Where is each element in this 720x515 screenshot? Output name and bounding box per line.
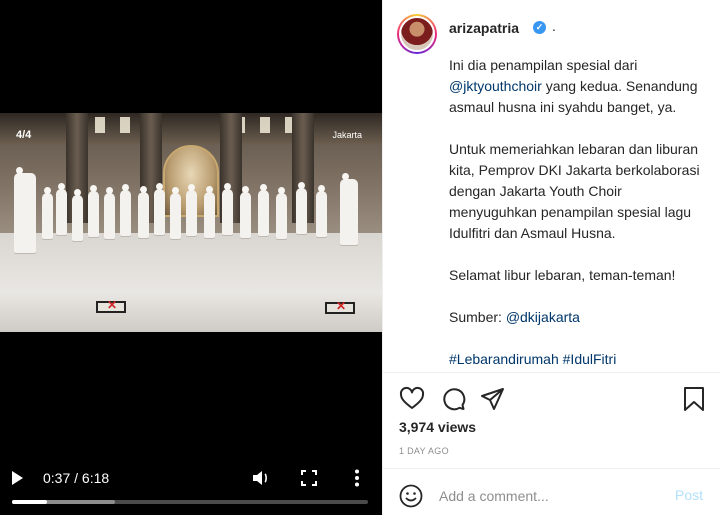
bookmark-icon[interactable] [681, 386, 707, 412]
mention-link[interactable]: @jktyouthchoir [449, 78, 542, 94]
comment-input[interactable] [439, 483, 659, 509]
emoji-icon[interactable] [399, 484, 423, 508]
share-icon[interactable] [480, 386, 506, 412]
header-dot: . [552, 18, 556, 34]
video-frame[interactable]: 4/4 Jakarta [0, 113, 382, 332]
comment-icon[interactable] [440, 386, 466, 412]
singer-figure [276, 187, 287, 239]
caption-hashtags: #Lebarandirumah #IdulFitri [449, 349, 711, 370]
caption-text: Sumber: [449, 309, 506, 325]
singer-figure [88, 185, 99, 237]
caption-text: Ini dia penampilan spesial dari [449, 57, 638, 73]
singer-figure [186, 184, 197, 236]
volume-icon[interactable] [252, 470, 270, 486]
post-caption: Ini dia penampilan spesial dari @jktyout… [449, 55, 711, 370]
divider [383, 468, 720, 469]
singer-figure [170, 187, 181, 239]
video-progress-bar[interactable] [12, 500, 368, 504]
fullscreen-icon[interactable] [301, 470, 317, 486]
video-watermark-right: Jakarta [332, 130, 362, 140]
caption-paragraph: Selamat libur lebaran, teman-teman! [449, 267, 676, 283]
heart-icon[interactable] [399, 386, 425, 412]
singer-figure [258, 184, 269, 236]
avatar-image [399, 16, 435, 52]
singer-figure [120, 184, 131, 236]
singer-figure [204, 186, 215, 238]
video-scene-ceiling [0, 113, 382, 145]
post-sidebar: arizapatria ✓ . Ini dia penampilan spesi… [382, 0, 720, 515]
video-player[interactable]: 4/4 Jakarta 0:37 / 6:18 [0, 0, 382, 515]
singer-figure [72, 189, 83, 241]
divider [383, 372, 720, 373]
post-comment-button[interactable]: Post [675, 487, 703, 503]
singer-figure [138, 186, 149, 238]
singer-figure [296, 182, 307, 234]
caption-paragraph: Sumber: @dkijakarta [449, 307, 711, 328]
video-played [12, 500, 47, 504]
username-link[interactable]: arizapatria [449, 20, 519, 36]
play-icon[interactable] [12, 471, 23, 485]
floor-marker [325, 299, 355, 314]
singer-figure [222, 183, 233, 235]
floor-marker [96, 298, 126, 313]
singer-figure [240, 186, 251, 238]
singer-figure [154, 183, 165, 235]
video-scene-floor [0, 233, 382, 332]
video-scene-window [120, 117, 130, 133]
video-time: 0:37 / 6:18 [43, 470, 110, 486]
singer-figure [316, 185, 327, 237]
hashtag-link[interactable]: #Lebarandirumah [449, 351, 559, 367]
avatar[interactable] [397, 14, 437, 54]
singer-figure [104, 187, 115, 239]
hashtag-link[interactable]: #IdulFitri [563, 351, 617, 367]
singer-figure [42, 187, 53, 239]
more-vertical-icon[interactable] [353, 469, 361, 487]
view-count[interactable]: 3,974 views [399, 419, 476, 435]
post-timestamp[interactable]: 1 DAY AGO [399, 446, 449, 456]
video-scene-window [95, 117, 105, 133]
caption-paragraph: Untuk memeriahkan lebaran dan liburan ki… [449, 141, 700, 241]
video-controls: 0:37 / 6:18 [0, 462, 382, 492]
caption-paragraph: Ini dia penampilan spesial dari @jktyout… [449, 55, 711, 118]
singer-figure [340, 173, 358, 245]
video-scene-window [260, 117, 270, 133]
verified-badge-icon: ✓ [533, 21, 546, 34]
conductor-figure [14, 167, 36, 253]
singer-figure [56, 183, 67, 235]
mention-link[interactable]: @dkijakarta [506, 309, 580, 325]
video-watermark-left: 4/4 [16, 129, 32, 141]
